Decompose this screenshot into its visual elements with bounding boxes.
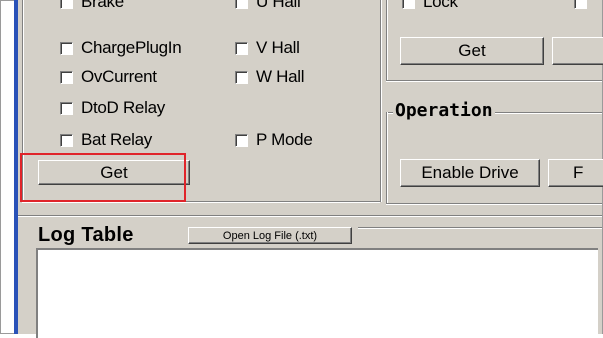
- bat-relay-row: Bat Relay: [60, 129, 152, 151]
- log-header-divider: [358, 227, 602, 229]
- brake-row: Brake: [60, 0, 124, 13]
- u-hall-row: U Hall: [235, 0, 301, 13]
- lock-label: Lock: [423, 0, 458, 11]
- left-group-bottom-border: [22, 201, 380, 203]
- v-hall-checkbox[interactable]: [235, 41, 248, 55]
- ovcurrent-checkbox[interactable]: [60, 70, 73, 84]
- right-upper-group-left-border: [386, 0, 388, 80]
- brake-label: Brake: [81, 0, 124, 11]
- left-group-right-border: [380, 0, 382, 202]
- log-table-title: Log Table: [38, 224, 134, 246]
- dtod-relay-label: DtoD Relay: [81, 98, 165, 117]
- right-get-button[interactable]: Get: [400, 37, 544, 65]
- ovcurrent-row: OvCurrent: [60, 66, 157, 88]
- right-top-checkbox[interactable]: [574, 0, 587, 9]
- p-mode-label: P Mode: [256, 130, 313, 149]
- next-operation-label: F: [573, 163, 584, 182]
- bat-relay-checkbox[interactable]: [60, 133, 73, 147]
- enable-drive-button[interactable]: Enable Drive: [400, 159, 540, 187]
- log-table-area[interactable]: [36, 248, 598, 338]
- u-hall-label: U Hall: [256, 0, 301, 11]
- right-upper-group-bottom-border: [386, 80, 602, 82]
- dtod-relay-checkbox[interactable]: [60, 101, 73, 115]
- w-hall-row: W Hall: [235, 66, 305, 88]
- w-hall-label: W Hall: [256, 67, 305, 86]
- left-group-left-border: [22, 0, 24, 202]
- chargeplugin-row: ChargePlugIn: [60, 37, 182, 59]
- v-hall-row: V Hall: [235, 37, 300, 59]
- p-mode-row: P Mode: [235, 129, 313, 151]
- chargeplugin-label: ChargePlugIn: [81, 38, 182, 57]
- p-mode-checkbox[interactable]: [235, 133, 248, 147]
- operation-group-left-border: [386, 112, 388, 204]
- bat-relay-label: Bat Relay: [81, 130, 153, 149]
- lock-row: Lock: [402, 0, 458, 13]
- w-hall-checkbox[interactable]: [235, 70, 248, 84]
- dtod-relay-row: DtoD Relay: [60, 97, 165, 119]
- left-get-button[interactable]: Get: [38, 160, 190, 185]
- chargeplugin-checkbox[interactable]: [60, 41, 73, 55]
- open-log-file-button[interactable]: Open Log File (.txt): [188, 227, 352, 244]
- lock-checkbox[interactable]: [402, 0, 415, 9]
- app-window: Brake U Hall ChargePlugIn V Hall OvCurre…: [18, 0, 603, 338]
- u-hall-checkbox[interactable]: [235, 0, 248, 9]
- right-second-button[interactable]: [552, 37, 603, 65]
- brake-checkbox[interactable]: [60, 0, 73, 9]
- operation-group-title: Operation: [393, 100, 495, 121]
- log-section-divider: [18, 215, 602, 217]
- operation-group-bottom-border: [386, 203, 602, 205]
- v-hall-label: V Hall: [256, 38, 300, 57]
- ovcurrent-label: OvCurrent: [81, 67, 157, 86]
- next-operation-button[interactable]: F: [548, 159, 603, 187]
